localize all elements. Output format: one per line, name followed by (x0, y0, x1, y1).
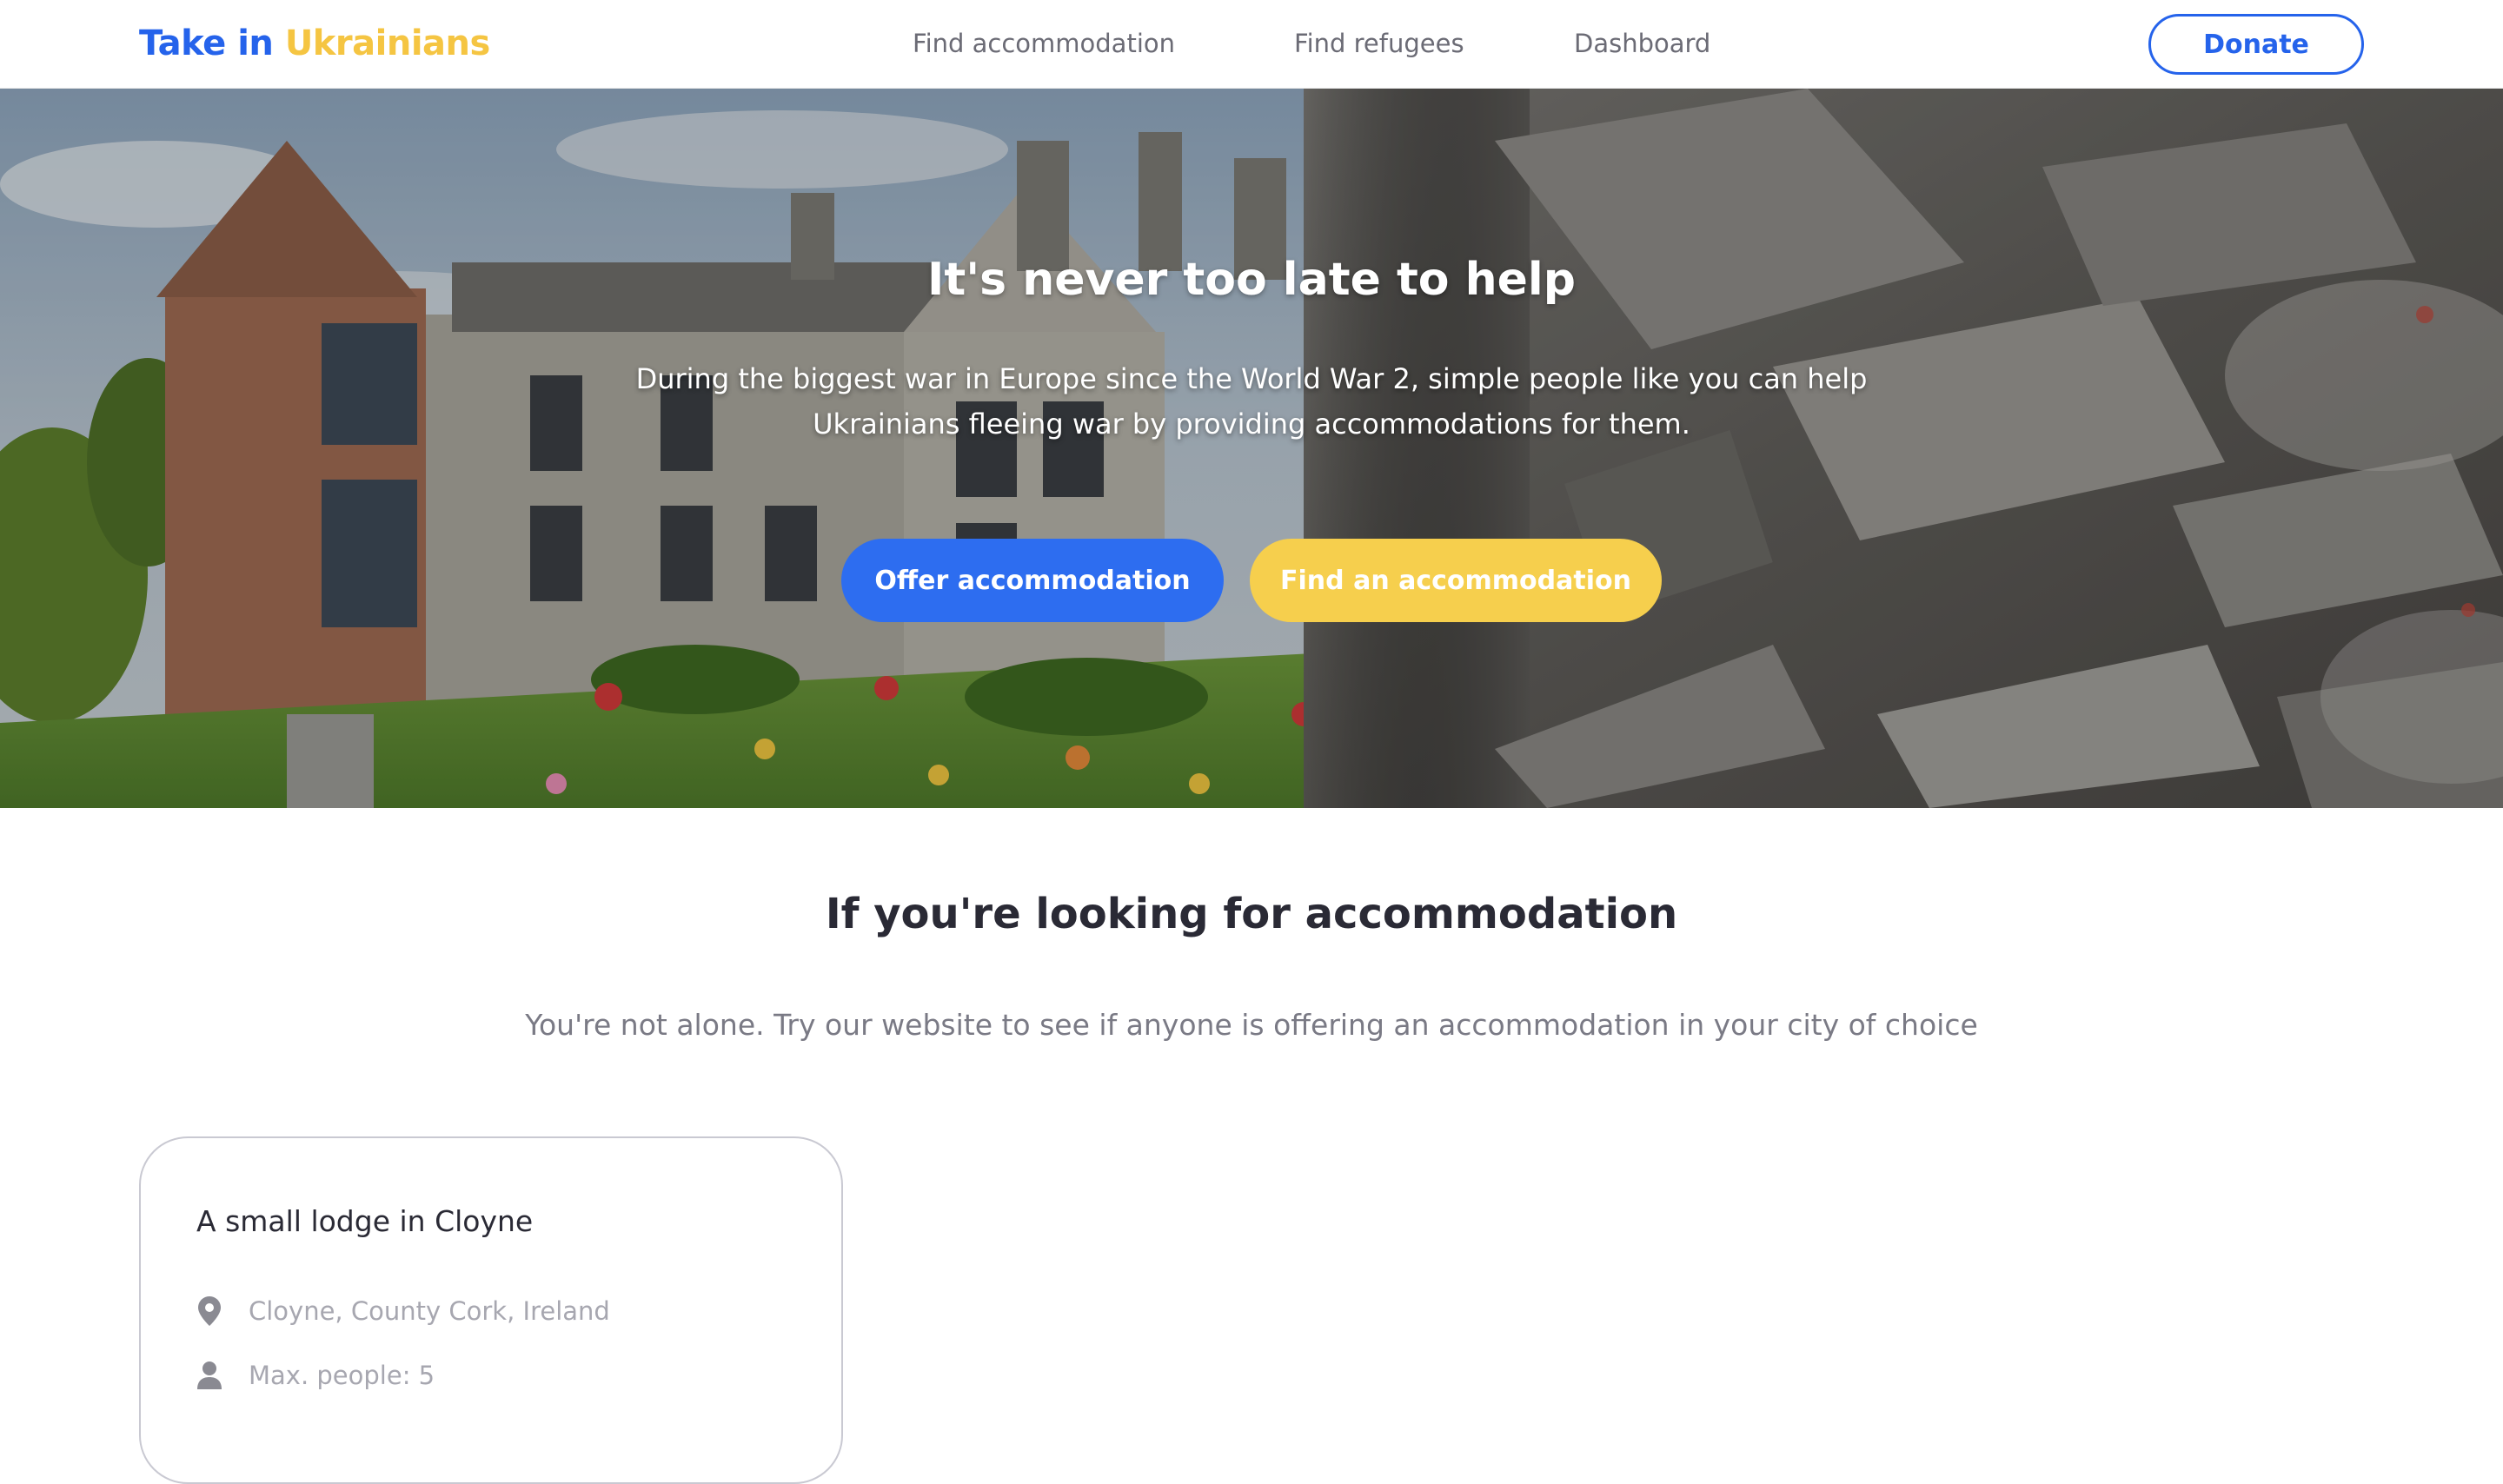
nav-find-refugees[interactable]: Find refugees (1294, 26, 1464, 61)
hero-banner: It's never too late to help During the b… (0, 89, 2503, 808)
map-pin-icon (196, 1296, 222, 1326)
offer-accommodation-button[interactable]: Offer accommodation (841, 539, 1224, 622)
location-row: Cloyne, County Cork, Ireland (196, 1296, 610, 1326)
user-icon (196, 1361, 222, 1390)
top-navbar: Take in Ukrainians Find accommodation Fi… (0, 0, 2503, 89)
hero-background-image (0, 89, 2503, 808)
donate-button[interactable]: Donate (2148, 14, 2364, 75)
max-people-text: Max. people: 5 (249, 1361, 435, 1390)
section-subtitle: You're not alone. Try our website to see… (525, 1008, 1978, 1042)
hero-subtitle: During the biggest war in Europe since t… (635, 362, 1868, 441)
hero-title: It's never too late to help (927, 254, 1576, 306)
find-accommodation-button[interactable]: Find an accommodation (1250, 539, 1662, 622)
nav-find-accommodation[interactable]: Find accommodation (913, 26, 1175, 61)
logo-text-take-in: Take in (139, 23, 274, 63)
location-text: Cloyne, County Cork, Ireland (249, 1296, 610, 1326)
accommodation-card[interactable]: A small lodge in Cloyne Cloyne, County C… (139, 1136, 843, 1484)
section-title: If you're looking for accommodation (825, 890, 1678, 938)
site-logo[interactable]: Take in Ukrainians (139, 21, 490, 66)
logo-text-ukrainians: Ukrainians (284, 23, 490, 63)
accommodation-title: A small lodge in Cloyne (196, 1204, 534, 1238)
capacity-row: Max. people: 5 (196, 1361, 435, 1390)
nav-dashboard[interactable]: Dashboard (1574, 26, 1710, 61)
